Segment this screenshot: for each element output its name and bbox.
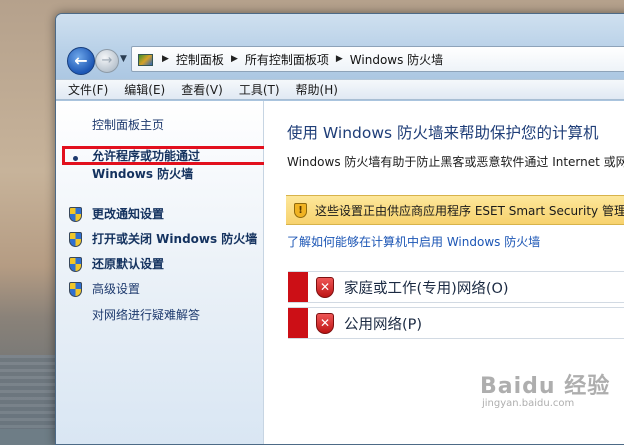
recent-pages-dropdown-icon[interactable]: ▼ <box>120 54 127 64</box>
menu-help[interactable]: 帮助(H) <box>296 81 338 98</box>
control-panel-home-link[interactable]: 控制面板主页 <box>92 116 164 133</box>
menu-edit[interactable]: 编辑(E) <box>124 81 165 98</box>
toggle-firewall-link[interactable]: 打开或关闭 Windows 防火墙 <box>92 230 257 248</box>
page-description: Windows 防火墙有助于防止黑客或恶意软件通过 Internet 或网 <box>287 155 624 169</box>
red-shield-x-icon <box>316 312 334 334</box>
baidu-url: jingyan.baidu.com <box>482 398 575 409</box>
uac-shield-icon <box>69 207 82 222</box>
restore-defaults-link[interactable]: 还原默认设置 <box>92 255 164 273</box>
breadcrumb-firewall[interactable]: Windows 防火墙 <box>350 51 443 68</box>
network-status-strip <box>288 272 308 302</box>
chevron-right-icon[interactable]: ▶ <box>162 54 169 64</box>
back-button[interactable]: ← <box>67 47 95 75</box>
enable-firewall-help-link[interactable]: 了解如何能够在计算机中启用 Windows 防火墙 <box>287 233 540 250</box>
public-network-row[interactable]: 公用网络(P) <box>288 307 624 339</box>
warning-shield-icon <box>294 202 307 218</box>
menu-tools[interactable]: 工具(T) <box>239 81 280 98</box>
uac-shield-icon <box>69 282 82 297</box>
uac-shield-icon <box>69 232 82 247</box>
public-network-label[interactable]: 公用网络(P) <box>344 313 422 334</box>
baidu-logo: Baidu 经验 <box>480 374 611 399</box>
warning-text: 这些设置正由供应商应用程序 ESET Smart Security 管理 <box>315 203 624 218</box>
allow-programs-line2: Windows 防火墙 <box>92 167 194 181</box>
address-bar[interactable]: ▶ 控制面板 ▶ 所有控制面板项 ▶ Windows 防火墙 <box>131 46 624 72</box>
managed-warning-bar: 这些设置正由供应商应用程序 ESET Smart Security 管理 <box>286 195 624 225</box>
uac-shield-icon <box>69 257 82 272</box>
home-work-network-label[interactable]: 家庭或工作(专用)网络(O) <box>344 277 509 298</box>
forward-button[interactable]: → <box>95 49 119 73</box>
menu-bar: 文件(F) 编辑(E) 查看(V) 工具(T) 帮助(H) <box>56 79 624 100</box>
control-panel-icon <box>137 51 153 67</box>
chevron-right-icon[interactable]: ▶ <box>336 54 343 64</box>
chevron-right-icon[interactable]: ▶ <box>231 54 238 64</box>
troubleshoot-network-link[interactable]: 对网络进行疑难解答 <box>92 306 200 323</box>
menu-file[interactable]: 文件(F) <box>68 81 108 98</box>
advanced-settings-link[interactable]: 高级设置 <box>92 280 140 298</box>
red-shield-x-icon <box>316 276 334 298</box>
baidu-watermark: Baidu 经验 jingyan.baidu.com <box>480 368 611 409</box>
page-title: 使用 Windows 防火墙来帮助保护您的计算机 <box>287 124 599 142</box>
change-notification-link[interactable]: 更改通知设置 <box>92 205 164 223</box>
breadcrumb-all-items[interactable]: 所有控制面板项 <box>245 51 329 68</box>
home-work-network-row[interactable]: 家庭或工作(专用)网络(O) <box>288 271 624 303</box>
menu-view[interactable]: 查看(V) <box>181 81 223 98</box>
breadcrumb-control-panel[interactable]: 控制面板 <box>176 51 224 68</box>
wallpaper-sea <box>0 355 60 429</box>
network-status-strip <box>288 308 308 338</box>
